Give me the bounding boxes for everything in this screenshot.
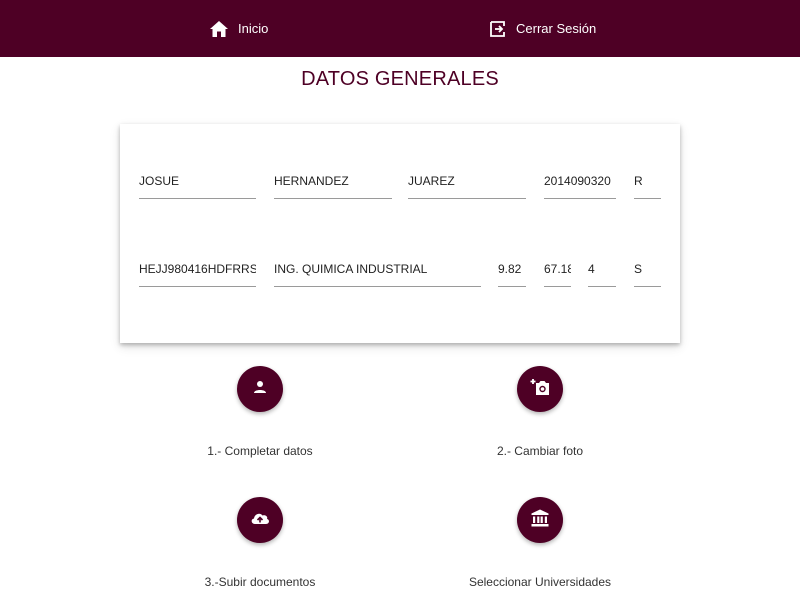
person-icon [253, 380, 267, 399]
complete-data-button[interactable] [237, 366, 283, 412]
cloud-upload-icon [250, 511, 270, 530]
maternal-surname-value: JUAREZ [408, 174, 455, 188]
status-value: S [634, 262, 643, 276]
first-name-field[interactable]: JOSUE [139, 170, 256, 199]
nav-logout-link[interactable]: Cerrar Sesión [490, 0, 596, 57]
status-field[interactable]: S [634, 258, 661, 287]
home-icon [210, 20, 228, 37]
top-navbar: Inicio Cerrar Sesión [0, 0, 800, 57]
nav-logout-label: Cerrar Sesión [516, 21, 597, 36]
curp-value: HEJJ980416HDFRRS0 [139, 262, 256, 276]
change-photo-label: 2.- Cambiar foto [496, 444, 584, 458]
nav-home-label: Inicio [238, 21, 269, 36]
semester-field[interactable]: 4 [588, 258, 616, 287]
general-data-card: JOSUE HERNANDEZ JUAREZ 2014090320 R HEJJ… [120, 124, 680, 343]
credits-percentage-field[interactable]: 67.18 [544, 258, 571, 287]
select-universities-label: Seleccionar Universidades [468, 575, 612, 589]
upload-documents-label: 3.-Subir documentos [204, 575, 316, 589]
average-field[interactable]: 9.82 [498, 258, 526, 287]
complete-data-action: 1.- Completar datos [160, 366, 360, 458]
page-title: DATOS GENERALES [301, 68, 499, 90]
change-photo-action: 2.- Cambiar foto [440, 366, 640, 458]
paternal-surname-field[interactable]: HERNANDEZ [274, 170, 392, 199]
semester-value: 4 [588, 262, 595, 276]
enrollment-number-value: 2014090320 [544, 174, 611, 188]
type-field[interactable]: R [634, 170, 661, 199]
career-field[interactable]: ING. QUIMICA INDUSTRIAL [274, 258, 481, 287]
select-universities-action: Seleccionar Universidades [440, 497, 640, 589]
upload-documents-action: 3.-Subir documentos [160, 497, 360, 589]
select-universities-button[interactable] [517, 497, 563, 543]
enrollment-number-field[interactable]: 2014090320 [544, 170, 616, 199]
first-name-value: JOSUE [139, 174, 180, 188]
complete-data-label: 1.- Completar datos [207, 444, 313, 458]
maternal-surname-field[interactable]: JUAREZ [408, 170, 526, 199]
nav-home-link[interactable]: Inicio [210, 0, 268, 57]
bank-icon [531, 509, 549, 532]
add-photo-icon [530, 378, 550, 401]
exit-icon [490, 20, 506, 37]
credits-percentage-value: 67.18 [544, 262, 571, 276]
curp-field[interactable]: HEJJ980416HDFRRS0 [139, 258, 256, 287]
type-value: R [634, 174, 643, 188]
upload-documents-button[interactable] [237, 497, 283, 543]
paternal-surname-value: HERNANDEZ [274, 174, 349, 188]
career-value: ING. QUIMICA INDUSTRIAL [274, 262, 428, 276]
change-photo-button[interactable] [517, 366, 563, 412]
average-value: 9.82 [498, 262, 522, 276]
